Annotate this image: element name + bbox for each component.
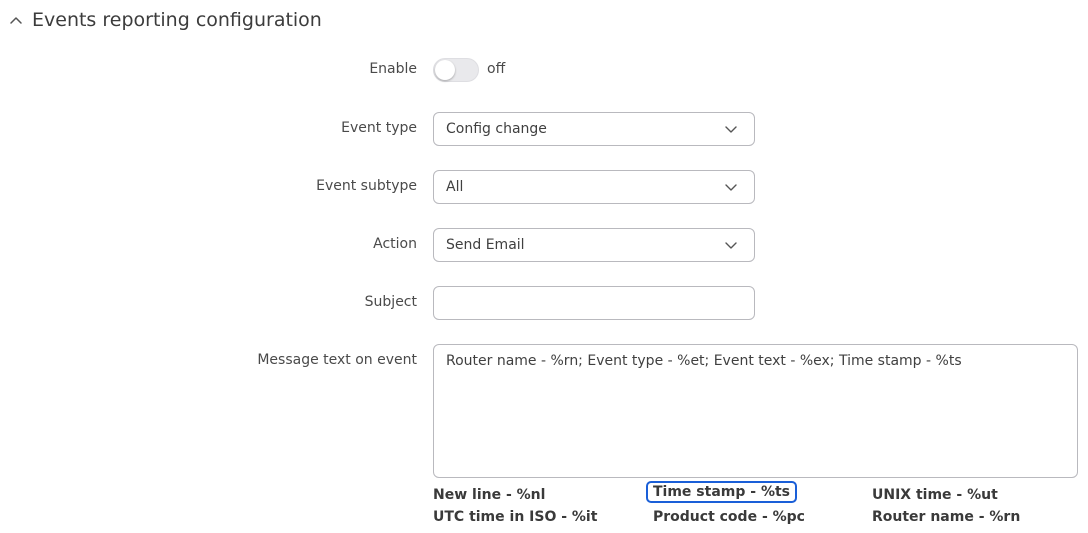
action-select[interactable]: Send Email <box>433 228 755 262</box>
subject-input[interactable] <box>433 286 755 320</box>
variable-utc-time-iso[interactable]: UTC time in ISO - %it <box>433 509 597 525</box>
event-type-value: Config change <box>446 121 547 137</box>
section-header-events-reporting[interactable]: Events reporting configuration <box>8 6 322 34</box>
chevron-down-icon <box>725 184 737 191</box>
event-subtype-select[interactable]: All <box>433 170 755 204</box>
variable-product-code[interactable]: Product code - %pc <box>653 509 805 525</box>
enable-toggle[interactable] <box>433 58 479 82</box>
event-type-label: Event type <box>341 120 417 136</box>
event-subtype-label: Event subtype <box>316 178 417 194</box>
section-title: Events reporting configuration <box>32 9 322 31</box>
variable-new-line[interactable]: New line - %nl <box>433 487 545 503</box>
variable-time-stamp[interactable]: Time stamp - %ts <box>646 481 797 503</box>
action-value: Send Email <box>446 237 525 253</box>
variable-unix-time[interactable]: UNIX time - %ut <box>872 487 998 503</box>
toggle-knob <box>435 60 455 80</box>
chevron-up-icon <box>10 17 22 24</box>
enable-state-text: off <box>487 61 506 77</box>
chevron-down-icon <box>725 242 737 249</box>
chevron-down-icon <box>725 126 737 133</box>
action-label: Action <box>373 236 417 252</box>
message-label: Message text on event <box>257 352 417 368</box>
message-textarea[interactable]: Router name - %rn; Event type - %et; Eve… <box>433 344 1078 478</box>
subject-label: Subject <box>364 294 417 310</box>
variable-router-name[interactable]: Router name - %rn <box>872 509 1020 525</box>
event-type-select[interactable]: Config change <box>433 112 755 146</box>
event-subtype-value: All <box>446 179 464 195</box>
enable-label: Enable <box>369 61 417 77</box>
